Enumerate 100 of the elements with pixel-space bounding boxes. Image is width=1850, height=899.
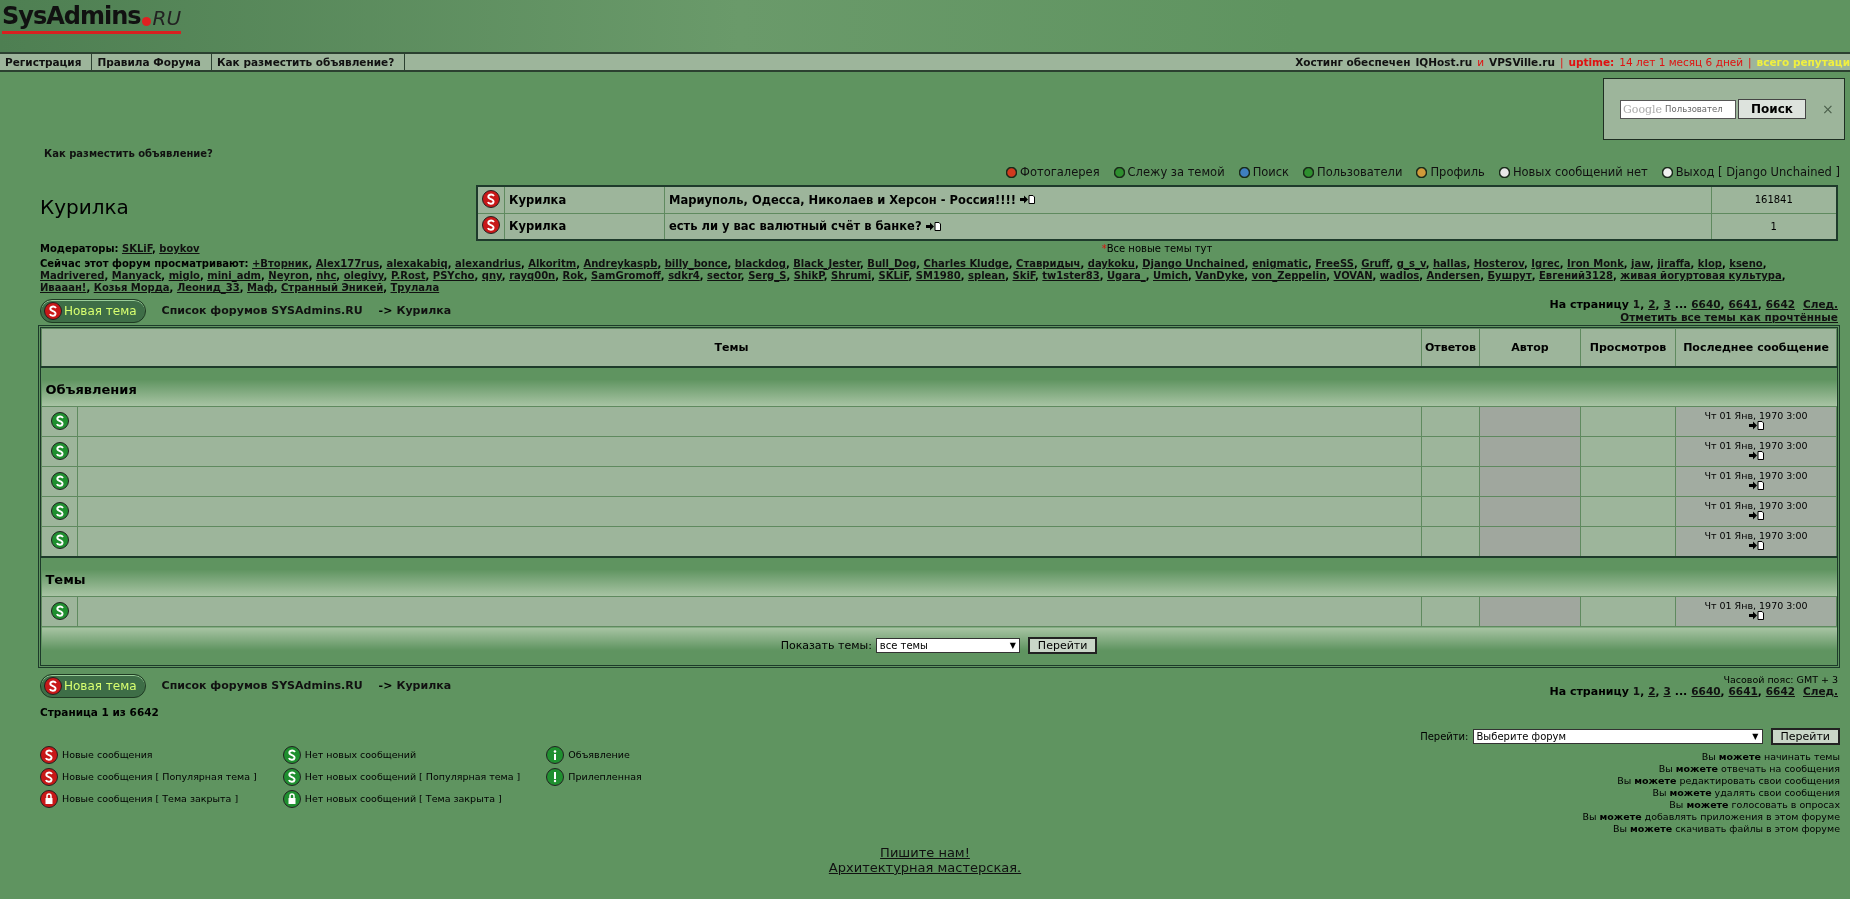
topic-cell[interactable]: Мариуполь, Одесса, Николаев и Херсон - Россия!!!! — [664, 186, 1711, 213]
user-link[interactable]: Charles Kludge — [923, 258, 1009, 269]
user-link[interactable]: Ставридыч — [1016, 258, 1081, 269]
user-link[interactable]: Маф — [247, 282, 274, 293]
user-link[interactable]: Serg_S — [748, 270, 787, 281]
page-link[interactable]: 3 — [1663, 298, 1671, 310]
user-link[interactable]: Neyron — [268, 270, 309, 281]
user-link[interactable]: SM1980 — [915, 270, 961, 281]
user-link[interactable]: alexandrius — [455, 258, 521, 269]
user-link[interactable]: qny — [481, 270, 502, 281]
user-link[interactable]: Hosterov — [1473, 258, 1524, 269]
menu-link[interactable]: Новых сообщений нет — [1498, 165, 1648, 179]
user-link[interactable]: tw1ster83 — [1042, 270, 1100, 281]
menu-link[interactable]: Фотогалерея — [1006, 165, 1100, 179]
user-link[interactable]: klop — [1697, 258, 1722, 269]
footer-link[interactable]: Пишите нам! — [880, 844, 970, 860]
next-page-link[interactable]: След. — [1803, 684, 1838, 697]
user-link[interactable]: billy_bonce — [664, 258, 728, 269]
user-link[interactable]: +Вторник — [252, 258, 309, 269]
user-link[interactable]: SKLiF — [121, 243, 152, 254]
user-link[interactable]: mini_adm — [207, 270, 261, 281]
page-link[interactable]: 2 — [1648, 298, 1656, 310]
user-link[interactable]: Трулала — [390, 282, 440, 293]
site-logo[interactable]: SysAdmins RU — [2, 2, 182, 34]
menu-link[interactable]: Слежу за темой — [1113, 165, 1225, 179]
user-link[interactable]: Козья Морда — [93, 282, 170, 293]
user-link[interactable]: boykov — [159, 243, 200, 254]
menu-link[interactable]: Выход [ Django Unchained ] — [1661, 165, 1840, 179]
page-link[interactable]: 6640 — [1691, 298, 1721, 310]
user-link[interactable]: Леонид_33 — [176, 282, 240, 293]
user-link[interactable]: sector — [707, 270, 741, 281]
user-link[interactable]: Igrec — [1531, 258, 1560, 269]
user-link[interactable]: Andreykaspb — [583, 258, 658, 269]
user-link[interactable]: P.Rost — [390, 270, 426, 281]
user-link[interactable]: Ивааан! — [40, 282, 87, 293]
nav-link[interactable]: Как разместить объявление? — [211, 54, 406, 70]
close-button[interactable]: × — [1821, 101, 1834, 117]
page-link[interactable]: 1 — [1632, 684, 1641, 697]
host-link[interactable]: VPSVille.ru — [1489, 56, 1555, 68]
announcement-link[interactable]: Как разместить объявление? — [44, 148, 213, 159]
user-link[interactable]: SkiF — [1012, 270, 1036, 281]
arrow-page-icon[interactable] — [1748, 511, 1764, 520]
user-link[interactable]: PSYcho — [432, 270, 475, 281]
forum-select[interactable]: Выберите форум ▼ — [1472, 728, 1763, 744]
arrow-page-icon[interactable] — [1748, 540, 1764, 550]
arrow-page-icon[interactable] — [1020, 195, 1035, 205]
user-link[interactable]: живая йогуртовая культура — [1620, 270, 1782, 281]
user-link[interactable]: jaw — [1631, 258, 1650, 269]
page-link[interactable]: 1 — [1632, 298, 1641, 310]
user-link[interactable]: Rok — [562, 270, 584, 281]
page-link[interactable]: 6640 — [1691, 684, 1721, 697]
user-link[interactable]: sdkr4 — [668, 270, 700, 281]
search-field[interactable]: Google Пользовател — [1620, 99, 1736, 119]
nav-link[interactable]: Правила Форума — [92, 54, 212, 70]
mark-read-link[interactable]: Отметить все темы как прочтённые — [1620, 311, 1838, 323]
arrow-page-icon[interactable] — [925, 221, 941, 231]
footer-link[interactable]: Архитектурная мастерская. — [828, 859, 1022, 875]
user-link[interactable]: blackdog — [734, 258, 786, 269]
nav-link[interactable]: Регистрация — [0, 54, 93, 70]
go-button[interactable]: Перейти — [1770, 727, 1840, 745]
user-link[interactable]: Евгений3128 — [1538, 270, 1613, 281]
new-topic-button[interactable]: Новая тема — [40, 298, 146, 323]
user-link[interactable]: Gruff — [1361, 258, 1390, 269]
user-link[interactable]: Iron Monk — [1567, 258, 1624, 269]
user-link[interactable]: enigmatic — [1252, 258, 1308, 269]
host-link[interactable]: IQHost.ru — [1415, 56, 1473, 68]
go-button[interactable]: Перейти — [1027, 637, 1098, 655]
arrow-page-icon[interactable] — [1748, 451, 1764, 460]
new-topic-button[interactable]: Новая тема — [40, 673, 146, 698]
arrow-page-icon[interactable] — [1748, 611, 1764, 620]
user-link[interactable]: Umich — [1153, 270, 1188, 281]
user-link[interactable]: hallas — [1432, 258, 1467, 269]
user-link[interactable]: Django Unchained — [1142, 258, 1245, 269]
arrow-page-icon[interactable] — [1748, 481, 1764, 490]
page-link[interactable]: 3 — [1663, 684, 1671, 697]
user-link[interactable]: FreeSS — [1315, 258, 1354, 269]
menu-link[interactable]: Пользователи — [1303, 165, 1403, 179]
search-button[interactable]: Поиск — [1738, 99, 1806, 119]
user-link[interactable]: Бушрут — [1487, 270, 1532, 281]
user-link[interactable]: kseno — [1729, 258, 1763, 269]
user-link[interactable]: g_s_v — [1396, 258, 1426, 269]
topic-filter-select[interactable]: все темы ▼ — [875, 638, 1020, 654]
user-link[interactable]: Ugara_ — [1107, 270, 1146, 281]
breadcrumb-link[interactable]: Список форумов SYSAdmins.RU — [161, 679, 363, 692]
user-link[interactable]: SamGromoff — [591, 270, 661, 281]
page-link[interactable]: 6642 — [1765, 684, 1795, 697]
breadcrumb-link[interactable]: Курилка — [396, 304, 452, 317]
menu-link[interactable]: Поиск — [1238, 165, 1290, 179]
menu-link[interactable]: Профиль — [1416, 165, 1485, 179]
page-link[interactable]: 2 — [1648, 684, 1656, 697]
next-page-link[interactable]: След. — [1803, 298, 1838, 310]
user-link[interactable]: olegivy — [343, 270, 384, 281]
user-link[interactable]: jiraffa — [1657, 258, 1691, 269]
all-new-link[interactable]: Все новые темы тут — [1106, 243, 1213, 254]
arrow-page-icon[interactable] — [1748, 421, 1764, 430]
user-link[interactable]: SKLiF — [878, 270, 909, 281]
user-link[interactable]: Black_Jester — [793, 258, 861, 269]
page-link[interactable]: 6641 — [1728, 684, 1758, 697]
page-link[interactable]: 6641 — [1728, 298, 1758, 310]
breadcrumb-link[interactable]: Список форумов SYSAdmins.RU — [161, 304, 363, 317]
